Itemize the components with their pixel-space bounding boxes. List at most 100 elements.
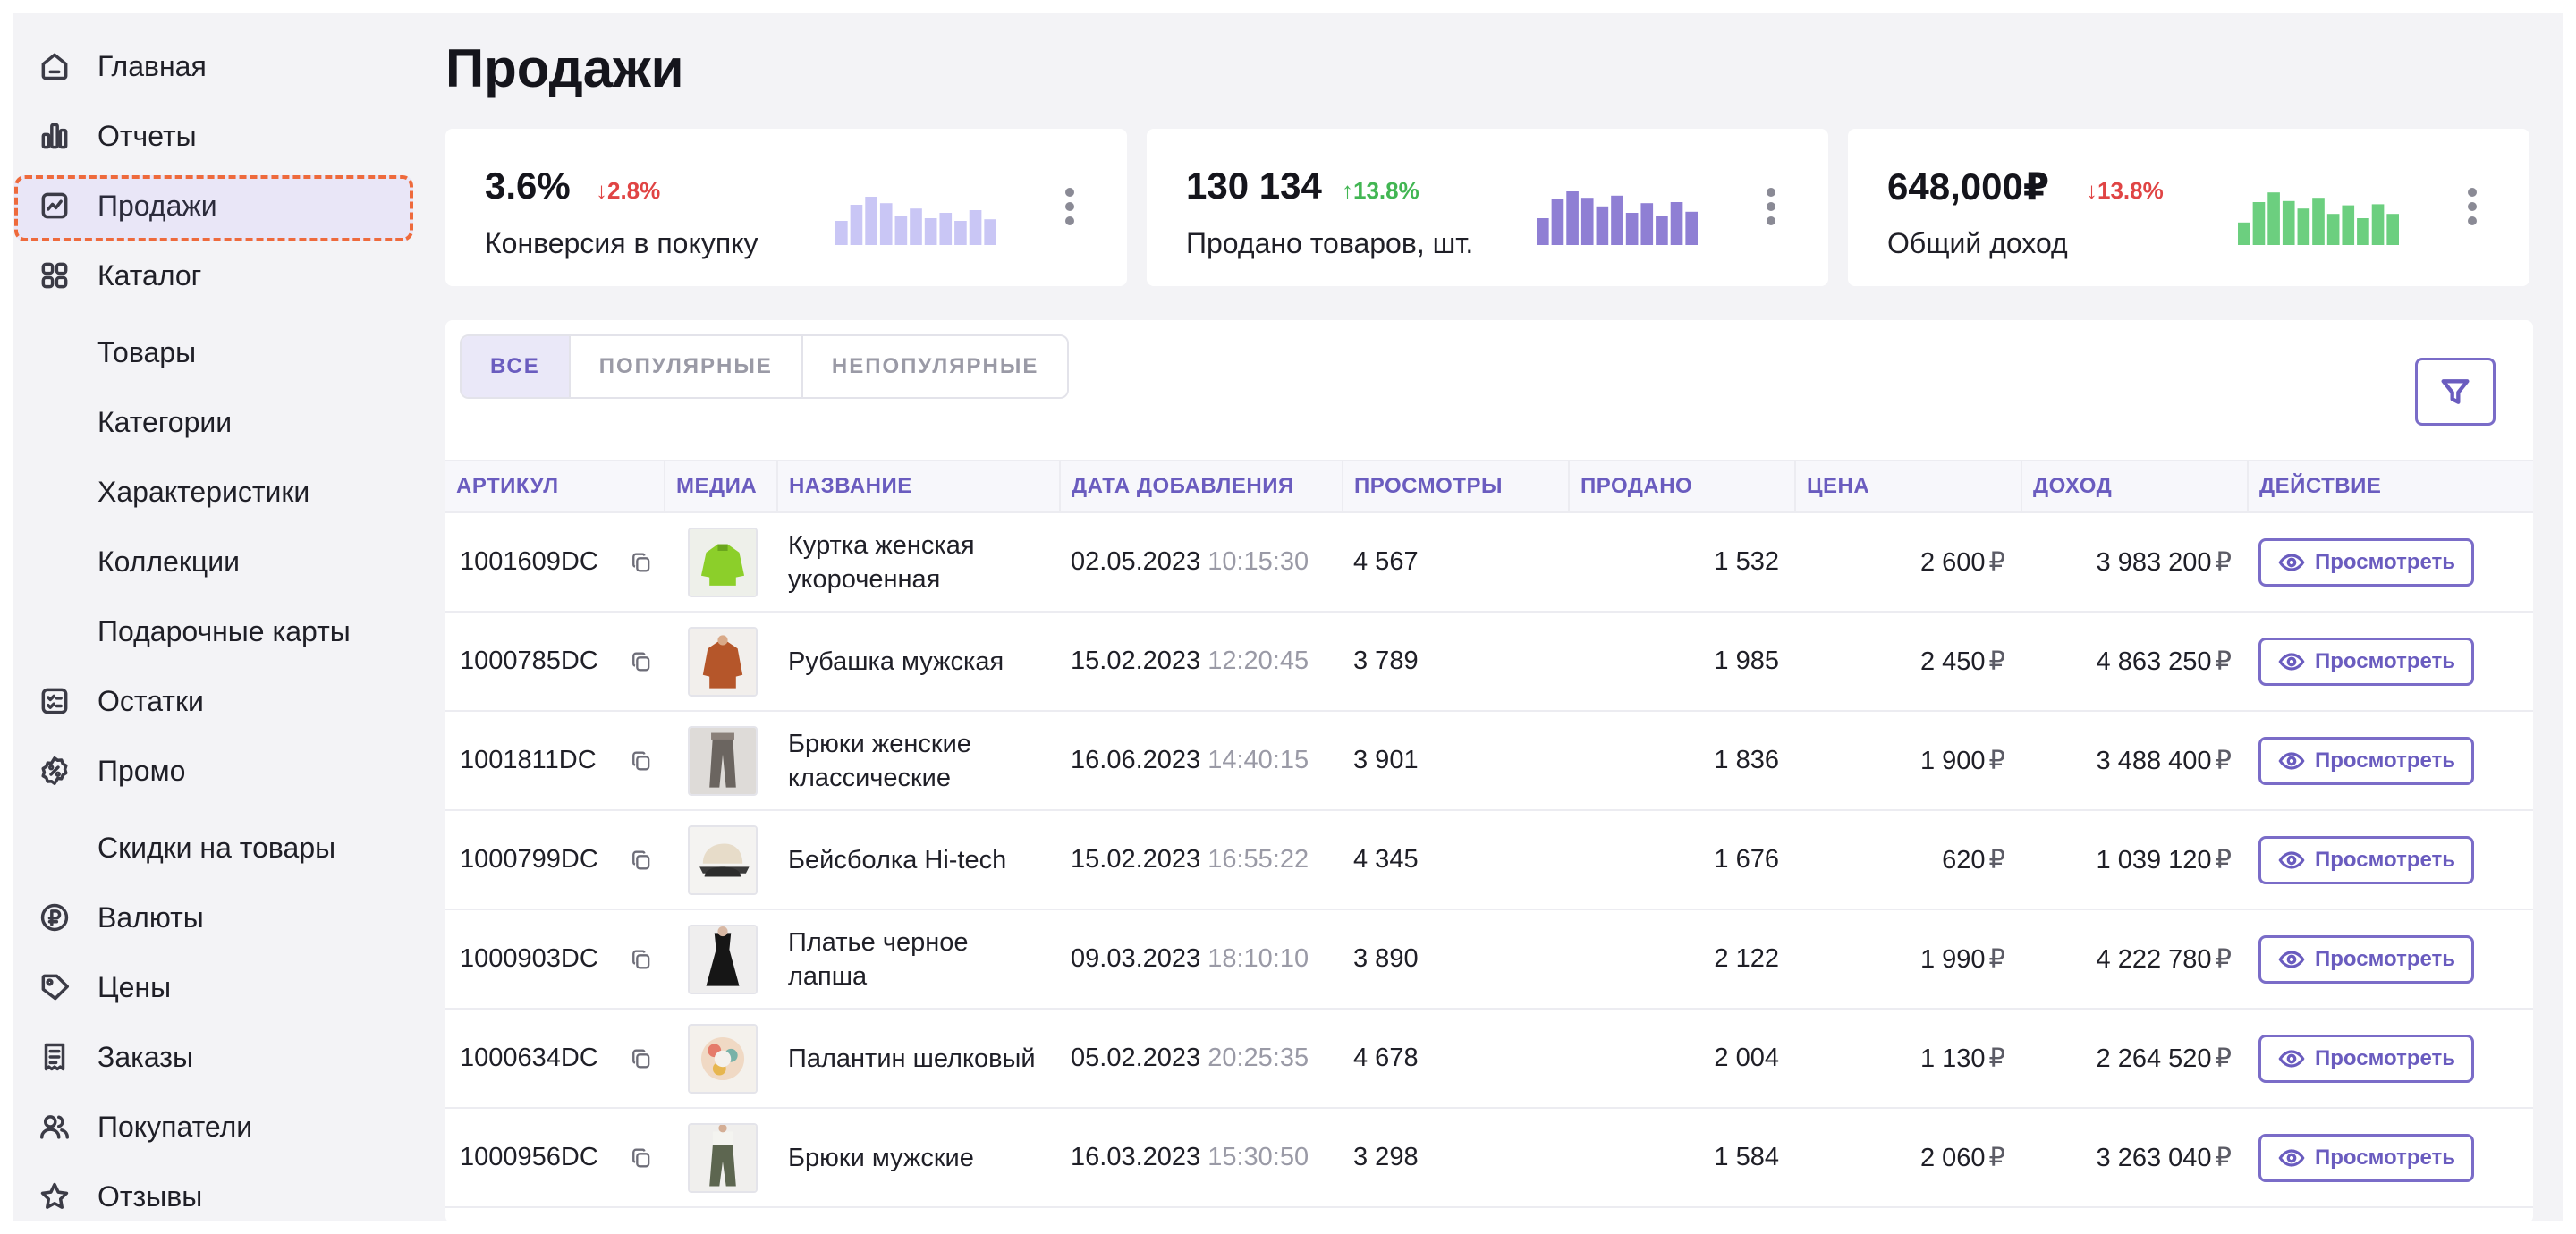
column-header-views[interactable]: ПРОСМОТРЫ xyxy=(1343,460,1570,513)
mini-chart-bar xyxy=(2386,214,2399,245)
sidebar-item-discounts[interactable]: Скидки на товары xyxy=(13,821,424,875)
mini-bar-chart xyxy=(2238,192,2399,245)
sidebar-item-label: Валюты xyxy=(97,900,204,934)
sku-text: 1001811DC xyxy=(460,746,597,774)
product-thumbnail[interactable] xyxy=(688,1023,758,1094)
tab-unpopular[interactable]: НЕПОПУЛЯРНЫЕ xyxy=(802,336,1068,397)
cell-sold: 1 836 xyxy=(1569,711,1795,811)
column-header-price[interactable]: ЦЕНА xyxy=(1795,460,2022,513)
sidebar-item-label: Промо xyxy=(97,754,186,787)
column-header-sku[interactable]: АРТИКУЛ xyxy=(445,460,665,513)
product-thumbnail[interactable] xyxy=(688,725,758,796)
stat-value: 3.6% xyxy=(485,165,571,207)
mini-chart-bar xyxy=(2238,222,2250,245)
sidebar-item-categories[interactable]: Категории xyxy=(13,395,424,449)
time-text: 14:40:15 xyxy=(1208,746,1309,774)
mini-chart-bar xyxy=(939,213,953,245)
currency-sign: ₽ xyxy=(1988,846,2005,875)
copy-icon[interactable] xyxy=(629,1046,654,1071)
cell-views: 3 789 xyxy=(1343,612,1569,712)
time-text: 16:55:22 xyxy=(1208,845,1309,874)
filter-button[interactable] xyxy=(2415,358,2496,426)
mini-chart-bar xyxy=(2326,214,2340,245)
sidebar-item-customers[interactable]: Покупатели xyxy=(13,1100,424,1154)
product-thumbnail[interactable] xyxy=(688,626,758,697)
sidebar-item-sales[interactable]: Продажи xyxy=(13,175,424,241)
column-header-sold[interactable]: ПРОДАНО xyxy=(1569,460,1796,513)
mini-chart-bar xyxy=(894,216,908,245)
copy-icon[interactable] xyxy=(629,649,654,674)
sidebar-item-products[interactable]: Товары xyxy=(13,325,424,379)
column-header-revenue[interactable]: ДОХОД xyxy=(2021,460,2249,513)
mini-chart-bar xyxy=(2252,202,2266,245)
column-header-media[interactable]: МЕДИА xyxy=(665,460,778,513)
copy-icon[interactable] xyxy=(629,1145,654,1171)
sidebar-item-reports[interactable]: Отчеты xyxy=(13,109,424,163)
sku-text: 1000785DC xyxy=(460,647,598,675)
cell-revenue: 1 039 120 ₽ xyxy=(2021,810,2248,910)
more-options-icon[interactable] xyxy=(1063,188,1077,231)
sidebar-item-reviews[interactable]: Отзывы xyxy=(13,1170,424,1221)
view-button[interactable]: Просмотреть xyxy=(2258,934,2475,984)
view-button-label: Просмотреть xyxy=(2315,847,2456,872)
cell-action: Просмотреть xyxy=(2248,810,2533,910)
sidebar-item-label: Цены xyxy=(97,970,172,1003)
sidebar-item-label: Заказы xyxy=(97,1040,193,1073)
sidebar-item-currencies[interactable]: Валюты xyxy=(13,891,424,944)
cell-sku: 1001609DC xyxy=(445,512,665,613)
cell-sold: 1 676 xyxy=(1569,810,1795,910)
sku-text: 1000799DC xyxy=(460,845,598,874)
view-button[interactable]: Просмотреть xyxy=(2258,736,2475,785)
cell-sku: 1000956DC xyxy=(445,1108,665,1208)
copy-icon[interactable] xyxy=(629,748,654,773)
price-text: 2 600 xyxy=(1919,548,1986,577)
product-thumbnail[interactable] xyxy=(688,924,758,994)
cell-media xyxy=(665,612,777,712)
date-text: 16.03.2023 xyxy=(1071,1143,1201,1171)
mini-chart-bar xyxy=(1625,213,1639,245)
more-options-icon[interactable] xyxy=(2465,188,2479,231)
stat-value: 648,000₽ xyxy=(1887,165,2050,207)
sidebar-item-label: Категории xyxy=(97,405,233,438)
tab-all[interactable]: ВСЕ xyxy=(462,336,571,397)
more-options-icon[interactable] xyxy=(1764,188,1778,231)
sidebar-item-orders[interactable]: Заказы xyxy=(13,1030,424,1084)
sidebar-item-attributes[interactable]: Характеристики xyxy=(13,465,424,519)
column-header-name[interactable]: НАЗВАНИЕ xyxy=(777,460,1061,513)
product-thumbnail[interactable] xyxy=(688,1122,758,1193)
cell-price: 2 060 ₽ xyxy=(1795,1108,2021,1208)
view-button[interactable]: Просмотреть xyxy=(2258,637,2475,686)
cell-sku: 1000903DC xyxy=(445,909,665,1010)
product-thumbnail[interactable] xyxy=(688,527,758,597)
product-thumbnail[interactable] xyxy=(688,824,758,895)
copy-icon[interactable] xyxy=(629,550,654,575)
date-text: 15.02.2023 xyxy=(1071,845,1201,874)
mini-chart-bar xyxy=(2297,208,2310,245)
sidebar-item-promo[interactable]: Промо xyxy=(13,744,424,798)
view-button[interactable]: Просмотреть xyxy=(2258,1133,2475,1182)
sidebar-item-gift-cards[interactable]: Подарочные карты xyxy=(13,604,424,658)
table-row: 1000799DC Бейсболка Hi-tech 15.02.2023 16:… xyxy=(445,810,2533,910)
cell-sold: 2 004 xyxy=(1569,1009,1795,1109)
column-header-date-added[interactable]: ДАТА ДОБАВЛЕНИЯ xyxy=(1060,460,1343,513)
currency-sign: ₽ xyxy=(2215,747,2232,775)
cell-price: 620 ₽ xyxy=(1795,810,2021,910)
stat-label: Конверсия в покупку xyxy=(485,227,758,259)
stat-card-conversion: 3.6% ↓2.8% Конверсия в покупку xyxy=(445,129,1127,286)
ruble-coin-icon xyxy=(36,899,73,936)
mini-chart-bar xyxy=(1656,216,1668,245)
sidebar-item-prices[interactable]: Цены xyxy=(13,960,424,1014)
cell-name: Палантин шелковый xyxy=(777,1009,1060,1109)
copy-icon[interactable] xyxy=(629,848,654,873)
view-button[interactable]: Просмотреть xyxy=(2258,537,2475,587)
sidebar-item-home[interactable]: Главная xyxy=(13,39,424,93)
tab-popular[interactable]: ПОПУЛЯРНЫЕ xyxy=(570,336,803,397)
view-button[interactable]: Просмотреть xyxy=(2258,1034,2475,1083)
view-button[interactable]: Просмотреть xyxy=(2258,835,2475,884)
sidebar-item-stock[interactable]: Остатки xyxy=(13,674,424,728)
sidebar-item-catalog[interactable]: Каталог xyxy=(13,249,424,302)
cell-revenue: 4 863 250 ₽ xyxy=(2021,612,2248,712)
copy-icon[interactable] xyxy=(629,947,654,972)
price-text: 2 060 xyxy=(1919,1144,1986,1172)
sidebar-item-collections[interactable]: Коллекции xyxy=(13,535,424,588)
